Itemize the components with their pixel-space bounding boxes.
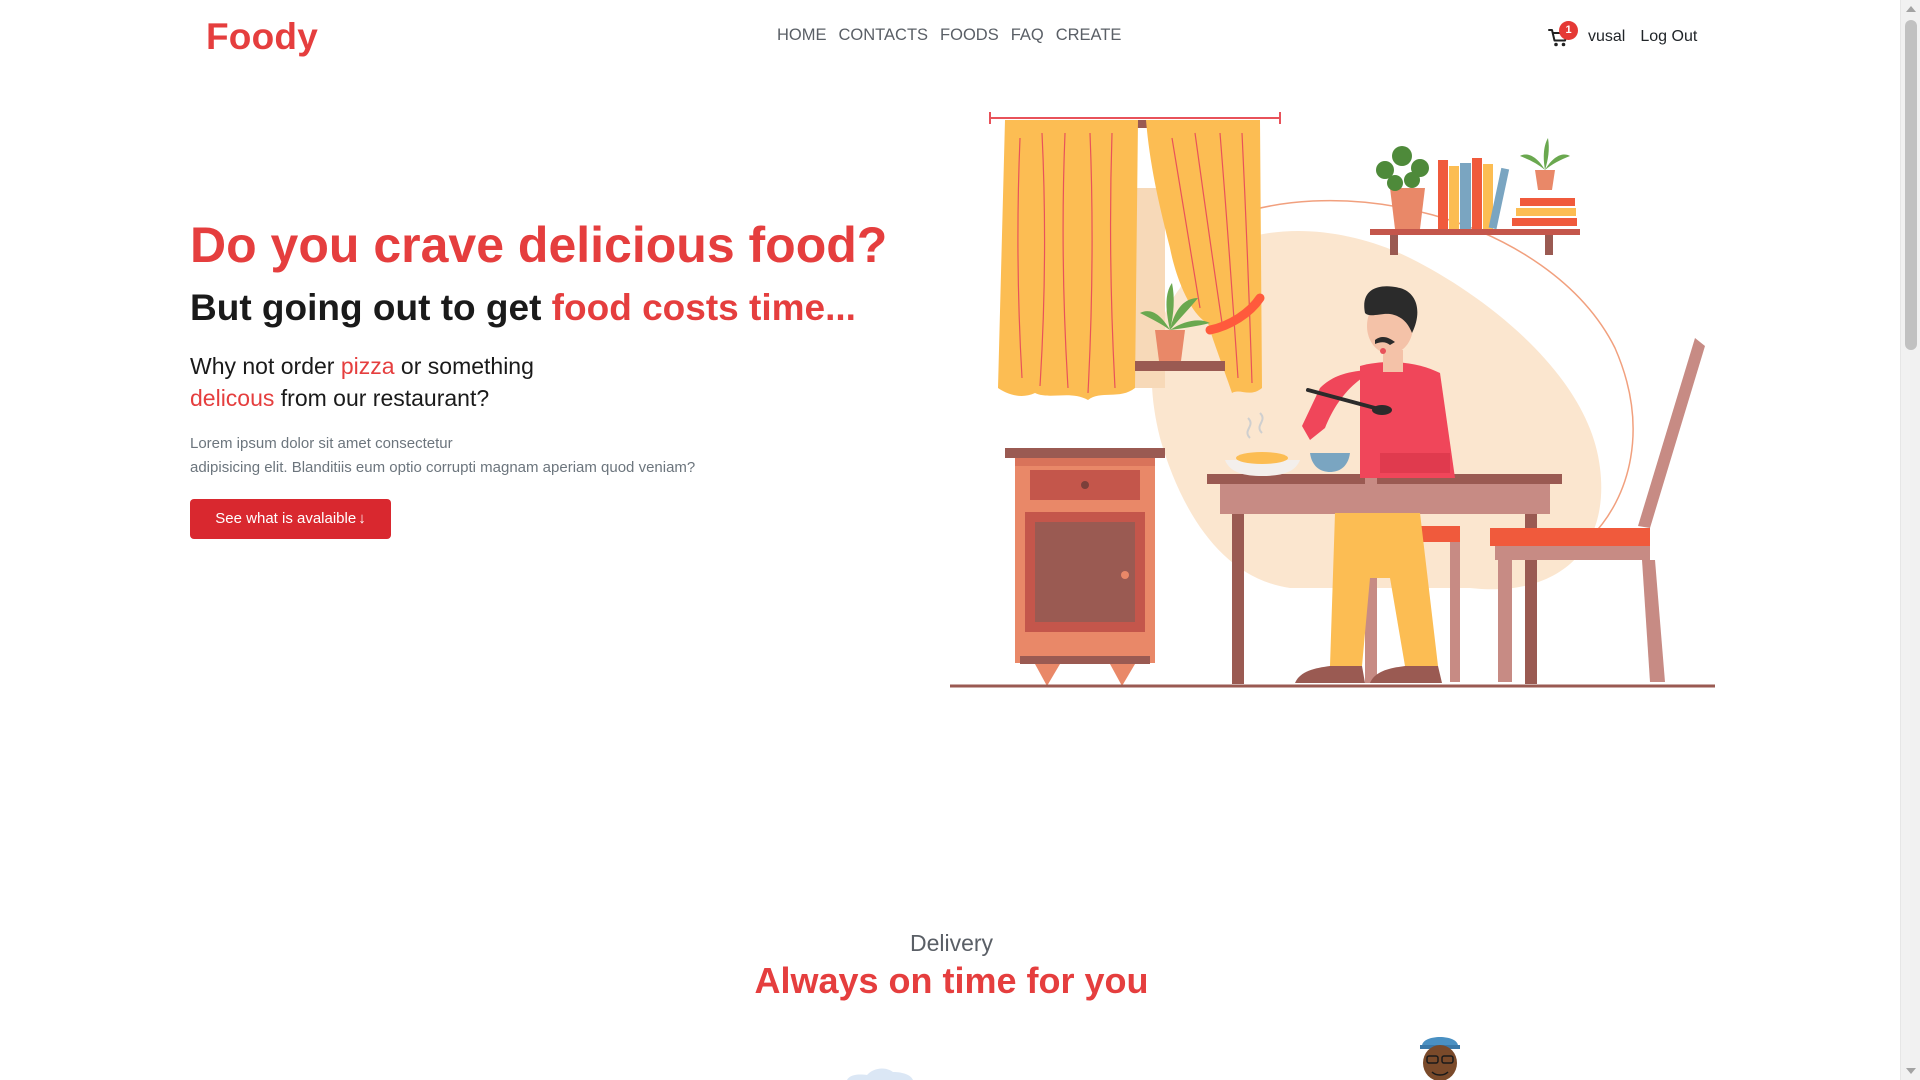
cart-count-badge: 1 xyxy=(1559,21,1578,40)
delivery-title: Always on time for you xyxy=(754,960,1149,1001)
see-available-label: See what is avalaible xyxy=(215,510,357,527)
logout-link[interactable]: Log Out xyxy=(1640,28,1697,46)
illustration-shelf xyxy=(1370,229,1580,235)
hero-title: Do you crave delicious food? xyxy=(190,217,888,273)
delivery-person-illustration xyxy=(1420,1037,1460,1080)
nav-link-create[interactable]: CREATE xyxy=(1056,26,1122,45)
illustration-man-legs xyxy=(1330,513,1438,666)
page-scrollbar[interactable] xyxy=(1900,0,1920,1080)
scroll-up-arrow-icon[interactable] xyxy=(1906,6,1916,12)
nav-link-foods[interactable]: FOODS xyxy=(940,26,999,45)
hero-question-highlight-pizza: pizza xyxy=(340,353,395,379)
nav-link-contacts[interactable]: CONTACTS xyxy=(839,26,929,45)
arrow-down-icon: ↓ xyxy=(358,510,366,527)
cart-button[interactable]: 1 xyxy=(1548,21,1578,50)
hero-illustration xyxy=(950,112,1715,688)
see-available-button[interactable]: See what is avalaible ↓ xyxy=(190,499,391,539)
delivery-label: Delivery xyxy=(909,930,994,956)
hero-question-part3: from our restaurant? xyxy=(274,385,490,411)
brand-logo[interactable]: Foody xyxy=(206,16,318,58)
username: vusal xyxy=(1588,28,1626,45)
hero-subtitle-prefix: But going out to get xyxy=(190,287,552,328)
navbar: Foody HOME CONTACTS FOODS FAQ CREATE 1 v… xyxy=(0,0,1900,74)
scroll-down-arrow-icon[interactable] xyxy=(1906,1068,1916,1074)
nav-user-area: 1 vusal Log Out xyxy=(1548,21,1697,52)
hero-question: Why not order pizza or something delicou… xyxy=(190,350,610,414)
hero-description: Lorem ipsum dolor sit amet consectetur ad… xyxy=(190,432,780,480)
hero-description-line1: Lorem ipsum dolor sit amet consectetur xyxy=(190,435,453,452)
nav-link-home[interactable]: HOME xyxy=(777,26,827,45)
hero-subtitle-highlight: food costs time... xyxy=(551,287,856,328)
illustration-window-plant-pot xyxy=(1155,330,1185,361)
hero-subtitle: But going out to get food costs time... xyxy=(190,287,856,329)
hero-question-highlight-delicous: delicous xyxy=(190,385,275,411)
illustration-chair xyxy=(1638,338,1705,528)
delivery-cloud-illustration xyxy=(847,1068,913,1080)
scrollbar-thumb[interactable] xyxy=(1905,20,1917,350)
hero-description-line2: adipisicing elit. Blanditiis eum optio c… xyxy=(190,459,696,476)
nav-link-faq[interactable]: FAQ xyxy=(1011,26,1044,45)
nav-links: HOME CONTACTS FOODS FAQ CREATE xyxy=(777,26,1121,45)
hero-question-part1: Why not order xyxy=(190,353,341,379)
hero-question-part2: or something xyxy=(394,353,534,379)
